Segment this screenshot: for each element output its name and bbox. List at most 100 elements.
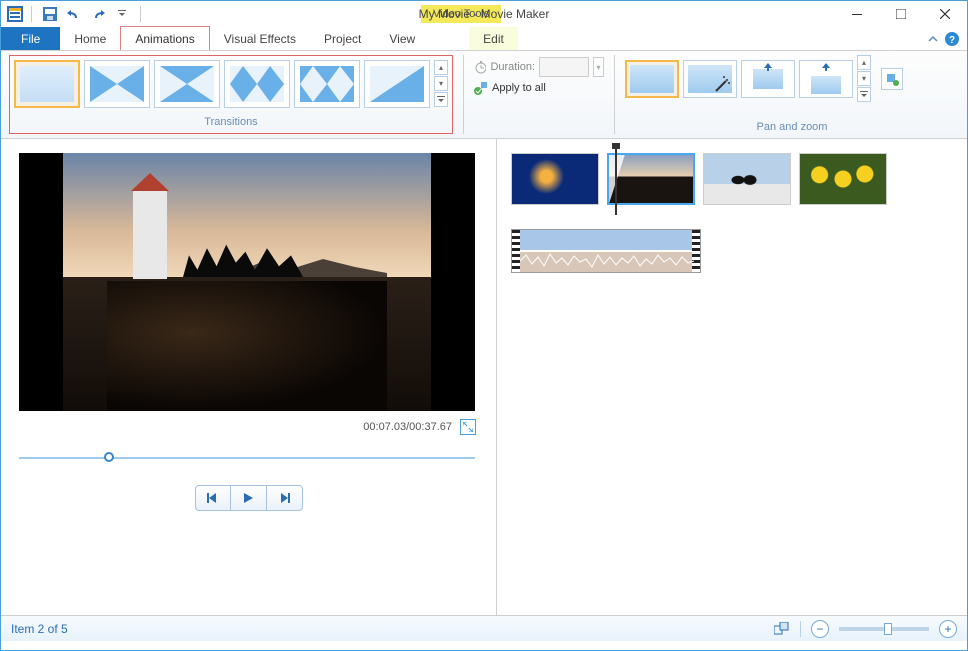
- help-button[interactable]: ?: [945, 32, 959, 46]
- transition-options-group: Duration: ▾ Apply to all: [474, 55, 604, 134]
- maximize-button[interactable]: [879, 1, 923, 27]
- transition-crossfade[interactable]: [84, 60, 150, 108]
- transition-cross[interactable]: [294, 60, 360, 108]
- transition-diagonal-box[interactable]: [154, 60, 220, 108]
- qat-dropdown[interactable]: [112, 4, 132, 24]
- panzoom-group-label: Pan and zoom: [625, 121, 959, 134]
- duration-label: Duration:: [490, 61, 535, 73]
- panzoom-expand[interactable]: [857, 87, 871, 102]
- tab-animations[interactable]: Animations: [120, 26, 209, 50]
- chevron-down-icon: [860, 91, 868, 99]
- status-item-text: Item 2 of 5: [11, 622, 68, 636]
- zoom-handle[interactable]: [884, 623, 892, 635]
- seek-slider[interactable]: [19, 449, 475, 467]
- step-forward-icon: [277, 492, 291, 504]
- tab-view[interactable]: View: [375, 27, 429, 50]
- playhead[interactable]: [615, 147, 617, 215]
- step-back-icon: [206, 492, 220, 504]
- undo-button[interactable]: [64, 4, 84, 24]
- ribbon-tabs: File Home Animations Visual Effects Proj…: [1, 27, 967, 51]
- quick-access-toolbar: [1, 4, 145, 24]
- zoom-out-button[interactable]: −: [811, 620, 829, 638]
- tab-project[interactable]: Project: [310, 27, 375, 50]
- play-button[interactable]: [231, 485, 267, 511]
- minimize-icon: [852, 9, 862, 19]
- transition-icon: [90, 66, 144, 102]
- seek-handle[interactable]: [104, 452, 114, 462]
- separator: [31, 6, 32, 22]
- ribbon-separator: [463, 55, 464, 134]
- next-frame-button[interactable]: [267, 485, 303, 511]
- transition-icon: [300, 66, 354, 102]
- redo-icon: [90, 7, 106, 21]
- panzoom-in-center[interactable]: [741, 60, 795, 98]
- gallery-scroll-down[interactable]: ▾: [434, 76, 448, 91]
- gallery-scroll-up[interactable]: ▴: [434, 60, 448, 75]
- duration-dropdown[interactable]: ▾: [593, 57, 604, 77]
- duration-icon: [474, 60, 486, 74]
- tab-visual-effects[interactable]: Visual Effects: [210, 27, 310, 50]
- video-track: [511, 153, 953, 205]
- chevron-down-icon: [437, 96, 445, 104]
- transition-wipe[interactable]: [364, 60, 430, 108]
- tab-home[interactable]: Home: [60, 27, 120, 50]
- storyboard-pane[interactable]: [497, 139, 967, 615]
- transition-diamond[interactable]: [224, 60, 290, 108]
- duration-input[interactable]: [539, 57, 589, 77]
- tab-file[interactable]: File: [1, 27, 60, 50]
- wand-icon: [714, 75, 732, 93]
- minimize-button[interactable]: [835, 1, 879, 27]
- pan-zoom-group: ▴ ▾ Pan and zoom: [625, 55, 959, 134]
- playback-controls: [19, 485, 478, 511]
- tab-edit[interactable]: Edit: [469, 27, 518, 50]
- statusbar: Item 2 of 5 − +: [1, 615, 967, 641]
- apply-all-icon: [885, 72, 899, 86]
- arrow-up-icon: [763, 63, 773, 71]
- clip-4[interactable]: [799, 153, 887, 205]
- zoom-in-button[interactable]: +: [939, 620, 957, 638]
- undo-icon: [66, 7, 82, 21]
- clip-2[interactable]: [607, 153, 695, 205]
- titlebar: Video Tools My Movie - Movie Maker: [1, 1, 967, 27]
- panzoom-apply-all[interactable]: [881, 68, 903, 90]
- zoom-slider[interactable]: [839, 627, 929, 631]
- svg-text:?: ?: [949, 35, 955, 46]
- timecode: 00:07.03/00:37.67: [363, 421, 452, 433]
- maximize-icon: [896, 9, 906, 19]
- chevron-down-icon: [118, 10, 126, 18]
- expand-icon: [463, 422, 473, 432]
- close-icon: [940, 9, 950, 19]
- audio-clip[interactable]: [511, 229, 701, 273]
- clip-1[interactable]: [511, 153, 599, 205]
- transition-icon: [160, 66, 214, 102]
- redo-button[interactable]: [88, 4, 108, 24]
- clip-3[interactable]: [703, 153, 791, 205]
- save-icon: [43, 7, 57, 21]
- seek-track: [19, 457, 475, 459]
- audio-track: [511, 229, 953, 273]
- window-controls: [835, 1, 967, 27]
- save-button[interactable]: [40, 4, 60, 24]
- play-icon: [242, 492, 254, 504]
- apply-to-all-button[interactable]: Apply to all: [474, 79, 604, 97]
- panzoom-scroll-up[interactable]: ▴: [857, 55, 871, 70]
- ribbon: ▴ ▾ Transitions Duration: ▾ Apply to all: [1, 51, 967, 139]
- panzoom-in-bottom[interactable]: [799, 60, 853, 98]
- arrow-up-icon: [821, 63, 831, 71]
- preview-image: [63, 153, 431, 411]
- panzoom-none[interactable]: [625, 60, 679, 98]
- preview-monitor[interactable]: [19, 153, 475, 411]
- collapse-ribbon-button[interactable]: [927, 33, 939, 45]
- gallery-expand[interactable]: [434, 92, 448, 107]
- view-toggle-button[interactable]: [774, 622, 790, 636]
- prev-frame-button[interactable]: [195, 485, 231, 511]
- content-area: 00:07.03/00:37.67: [1, 139, 967, 615]
- transitions-group: ▴ ▾ Transitions: [9, 55, 453, 134]
- panzoom-scroll-down[interactable]: ▾: [857, 71, 871, 86]
- app-icon: [7, 6, 23, 22]
- transition-none[interactable]: [14, 60, 80, 108]
- preview-pane: 00:07.03/00:37.67: [1, 139, 497, 615]
- fullscreen-button[interactable]: [460, 419, 476, 435]
- close-button[interactable]: [923, 1, 967, 27]
- panzoom-auto[interactable]: [683, 60, 737, 98]
